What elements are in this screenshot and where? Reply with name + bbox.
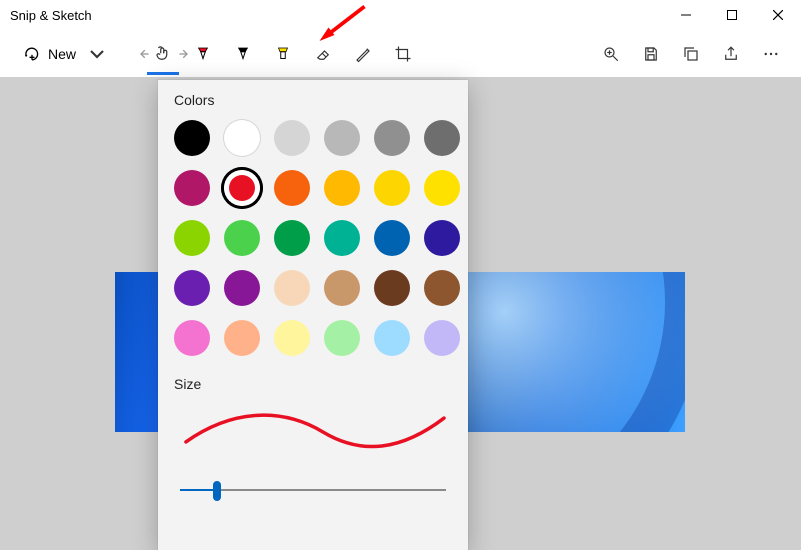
color-swatch-violet[interactable] [174, 270, 210, 306]
maximize-button[interactable] [709, 0, 755, 30]
size-preview [174, 400, 452, 455]
color-swatch-mint[interactable] [324, 320, 360, 356]
colors-heading: Colors [174, 92, 452, 108]
canvas-area[interactable]: Colors Size [0, 77, 801, 550]
more-button[interactable] [751, 35, 791, 73]
color-swatch-indigo[interactable] [424, 220, 460, 256]
color-swatch-orange[interactable] [274, 170, 310, 206]
highlighter-button[interactable] [263, 35, 303, 73]
ruler-button[interactable] [343, 35, 383, 73]
color-swatch-lavender[interactable] [424, 320, 460, 356]
color-swatch-beige[interactable] [274, 270, 310, 306]
new-button[interactable]: New [14, 37, 80, 71]
pen-options-popup: Colors Size [158, 80, 468, 550]
color-swatch-gold[interactable] [324, 170, 360, 206]
highlighter-icon [274, 45, 292, 63]
color-grid [174, 116, 452, 366]
color-swatch-yellow[interactable] [424, 170, 460, 206]
new-button-label: New [48, 46, 76, 62]
color-swatch-gray-dark[interactable] [424, 120, 460, 156]
minimize-button[interactable] [663, 0, 709, 30]
app-title: Snip & Sketch [10, 8, 92, 23]
pencil-button[interactable] [223, 35, 263, 73]
save-button[interactable] [631, 35, 671, 73]
copy-icon [682, 45, 700, 63]
eraser-button[interactable] [303, 35, 343, 73]
zoom-button[interactable] [591, 35, 631, 73]
pen-black-icon [234, 45, 252, 63]
color-swatch-teal[interactable] [324, 220, 360, 256]
touch-icon [154, 45, 172, 63]
color-swatch-white[interactable] [224, 120, 260, 156]
more-icon [762, 45, 780, 63]
color-swatch-sky[interactable] [374, 320, 410, 356]
eraser-icon [314, 45, 332, 63]
color-swatch-purple[interactable] [224, 270, 260, 306]
crop-button[interactable] [383, 35, 423, 73]
ballpoint-pen-button[interactable] [183, 35, 223, 73]
new-dropdown-button[interactable] [80, 35, 114, 73]
color-swatch-silver[interactable] [274, 120, 310, 156]
color-swatch-peach[interactable] [224, 320, 260, 356]
color-swatch-blue[interactable] [374, 220, 410, 256]
pen-red-icon [194, 45, 212, 63]
color-swatch-black[interactable] [174, 120, 210, 156]
color-swatch-green[interactable] [274, 220, 310, 256]
close-button[interactable] [755, 0, 801, 30]
window-controls [663, 0, 801, 30]
ruler-pencil-icon [354, 45, 372, 63]
slider-thumb[interactable] [213, 481, 221, 501]
color-swatch-lime[interactable] [174, 220, 210, 256]
save-icon [642, 45, 660, 63]
color-swatch-gray[interactable] [374, 120, 410, 156]
toolbar: New [0, 30, 801, 77]
color-swatch-brown-dark[interactable] [374, 270, 410, 306]
color-swatch-yellow-light[interactable] [274, 320, 310, 356]
color-swatch-magenta-dark[interactable] [174, 170, 210, 206]
crop-icon [394, 45, 412, 63]
size-heading: Size [174, 376, 452, 392]
zoom-icon [602, 45, 620, 63]
title-bar: Snip & Sketch [0, 0, 801, 30]
copy-button[interactable] [671, 35, 711, 73]
color-swatch-red[interactable] [224, 170, 260, 206]
color-swatch-green-light[interactable] [224, 220, 260, 256]
color-swatch-amber[interactable] [374, 170, 410, 206]
color-swatch-brown[interactable] [424, 270, 460, 306]
slider-fill [180, 489, 217, 491]
new-snip-icon [22, 44, 42, 64]
chevron-down-icon [88, 45, 106, 63]
size-slider[interactable] [174, 475, 452, 505]
color-swatch-gray-light[interactable] [324, 120, 360, 156]
share-button[interactable] [711, 35, 751, 73]
touch-writing-button[interactable] [143, 35, 183, 73]
color-swatch-tan[interactable] [324, 270, 360, 306]
share-icon [722, 45, 740, 63]
color-swatch-pink[interactable] [174, 320, 210, 356]
